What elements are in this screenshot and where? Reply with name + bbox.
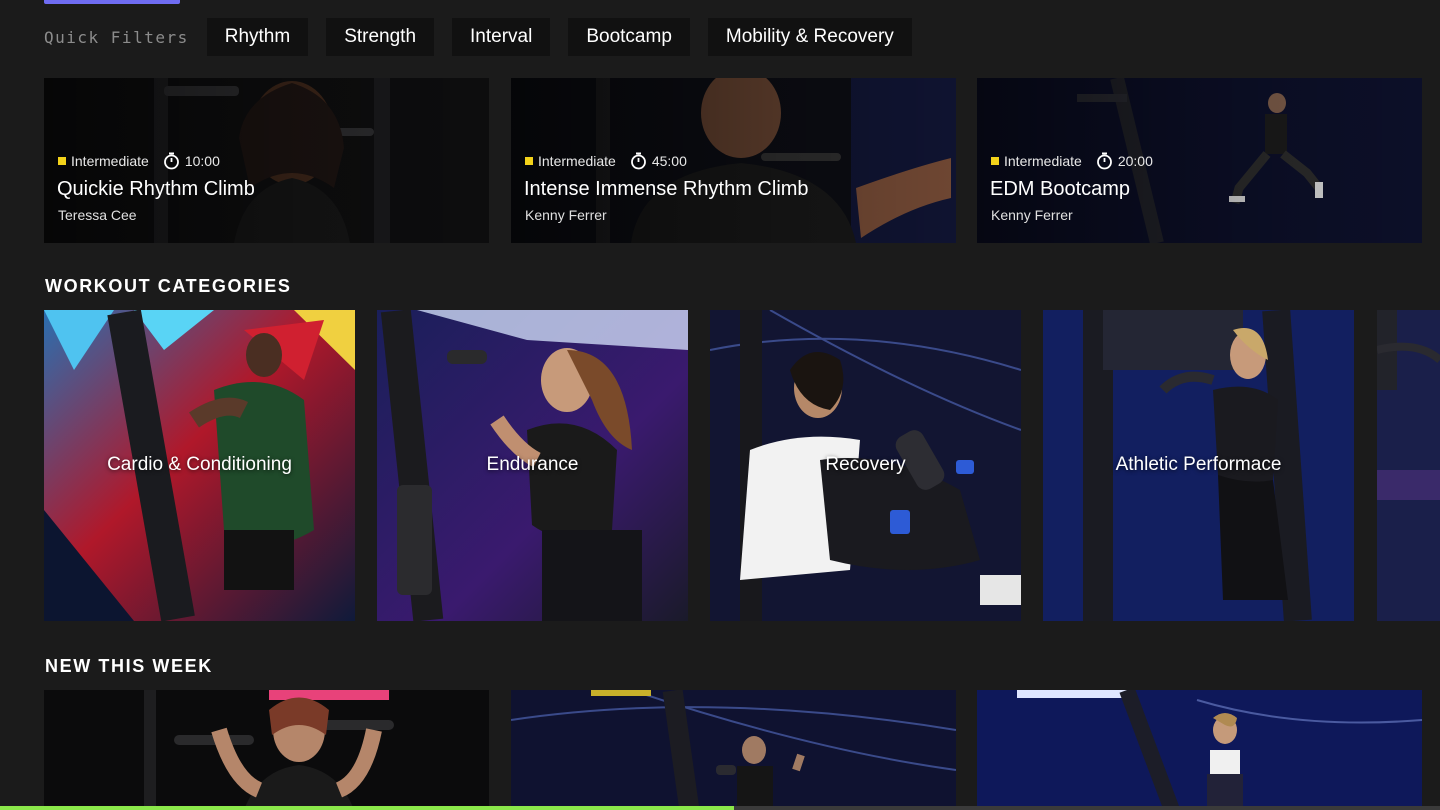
new-class-card[interactable] [511,690,956,810]
new-class-card[interactable] [44,690,489,810]
filter-chip-interval[interactable]: Interval [452,18,551,56]
level-indicator-icon [991,157,999,165]
new-this-week-carousel [44,690,1422,810]
category-tile-athletic-performance[interactable]: Athletic Performace [1043,310,1354,621]
category-label: Athletic Performace [1115,454,1282,475]
class-carousel: Intermediate 10:00 Quickie Rhythm Climb … [44,78,1422,243]
category-label: Cardio & Conditioning [107,454,292,475]
class-title: Intense Immense Rhythm Climb [524,178,809,200]
workout-categories-heading: WORKOUT CATEGORIES [45,276,292,296]
class-title: EDM Bootcamp [990,178,1131,200]
class-meta: Intermediate 20:00 [991,152,1153,170]
category-tile-cardio-conditioning[interactable]: Cardio & Conditioning [44,310,355,621]
class-level: Intermediate [1004,153,1082,169]
new-this-week-heading: NEW THIS WEEK [45,656,213,676]
class-card[interactable]: Intermediate 10:00 Quickie Rhythm Climb … [44,78,489,243]
class-thumbnail [977,690,1422,810]
class-coach: Kenny Ferrer [991,207,1073,223]
class-level: Intermediate [538,153,616,169]
class-card[interactable]: Intermediate 45:00 Intense Immense Rhyth… [511,78,956,243]
category-tile-partial[interactable] [1377,310,1440,621]
timer-icon [630,152,647,170]
filter-chip-mobility-recovery[interactable]: Mobility & Recovery [707,18,912,56]
category-label: Endurance [486,454,579,475]
class-coach: Teressa Cee [58,207,137,223]
quick-filters-label: Quick Filters [44,27,189,47]
class-duration: 45:00 [651,153,687,169]
app-page: Quick Filters Rhythm Strength Interval B… [0,0,1440,810]
class-duration: 20:00 [1117,153,1153,169]
level-indicator-icon [58,157,66,165]
class-duration: 10:00 [184,153,220,169]
new-class-card[interactable] [977,690,1422,810]
filter-chip-bootcamp[interactable]: Bootcamp [568,18,690,56]
timer-icon [163,152,180,170]
class-title: Quickie Rhythm Climb [57,178,255,200]
quick-filters-bar: Quick Filters Rhythm Strength Interval B… [44,18,930,56]
class-meta: Intermediate 45:00 [525,152,687,170]
category-tile-endurance[interactable]: Endurance [377,310,688,621]
level-indicator-icon [525,157,533,165]
class-card[interactable]: Intermediate 20:00 EDM Bootcamp Kenny Fe… [977,78,1422,243]
scroll-progress-bar [0,806,1440,810]
class-coach: Kenny Ferrer [525,207,607,223]
category-carousel: Cardio & Conditioning Endurance Recovery… [44,310,1440,621]
class-thumbnail [511,690,956,810]
filter-chip-strength[interactable]: Strength [326,18,435,56]
category-image [1377,310,1440,621]
class-meta: Intermediate 10:00 [58,152,220,170]
class-thumbnail [44,690,489,810]
filter-chip-rhythm[interactable]: Rhythm [206,18,309,56]
category-tile-recovery[interactable]: Recovery [710,310,1021,621]
active-nav-indicator [44,0,180,4]
category-label: Recovery [825,454,906,475]
class-level: Intermediate [71,153,149,169]
scroll-progress-fill [0,806,735,810]
timer-icon [1096,152,1113,170]
